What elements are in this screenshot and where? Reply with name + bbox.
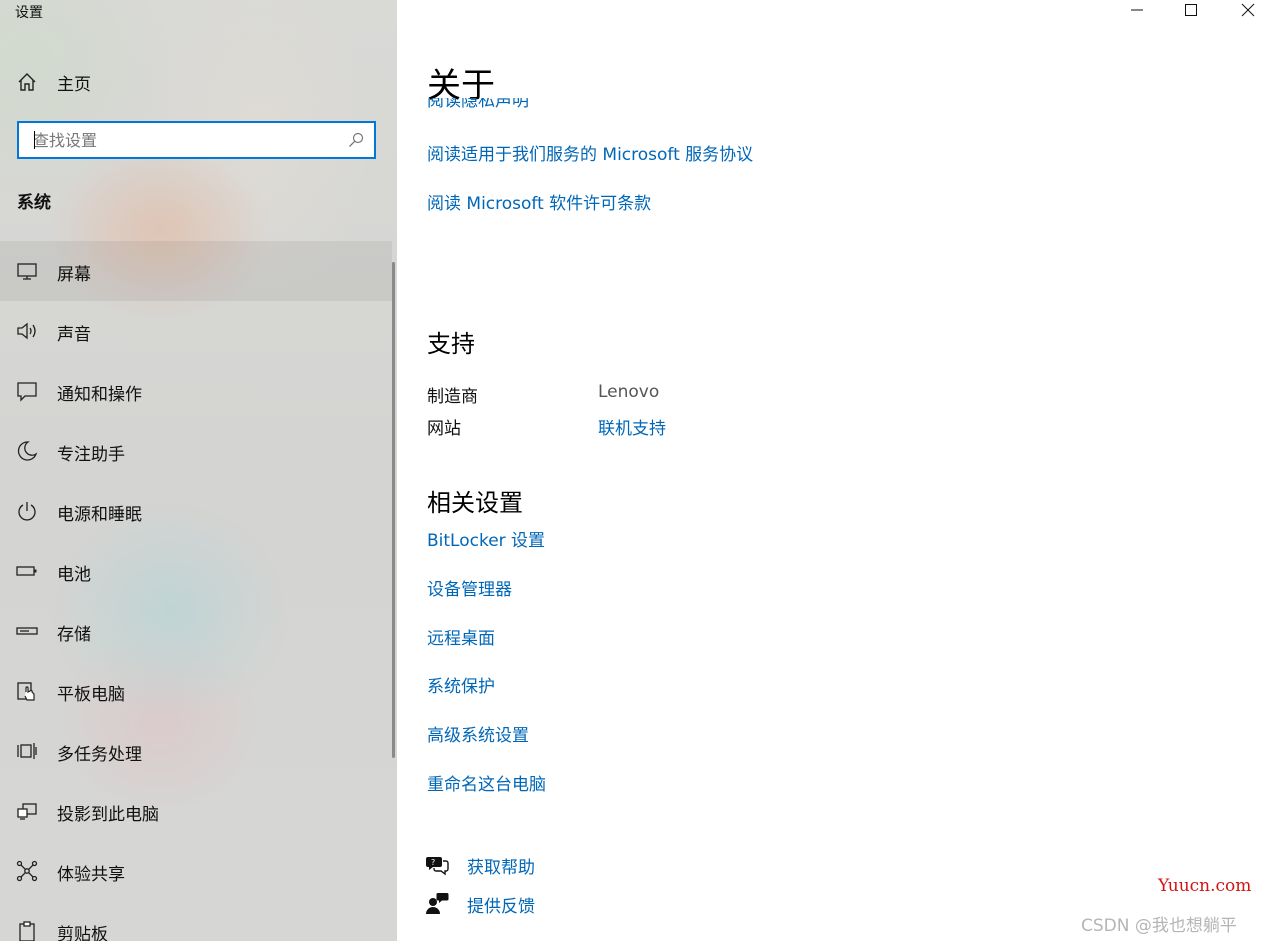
search-box[interactable] (17, 121, 376, 159)
microsoft-services-agreement-link[interactable]: 阅读适用于我们服务的 Microsoft 服务协议 (427, 140, 753, 165)
sidebar-item-label: 专注助手 (57, 445, 125, 465)
online-support-link[interactable]: 联机支持 (598, 414, 666, 439)
sidebar: 设置 主页 系统 屏幕 声音 通知和操 (0, 0, 397, 941)
home-nav-item[interactable]: 主页 (0, 61, 397, 101)
minimize-button[interactable] (1114, 0, 1160, 22)
search-input[interactable] (19, 123, 333, 157)
remote-desktop-link[interactable]: 远程桌面 (427, 624, 495, 649)
multitasking-icon (17, 743, 37, 759)
app-title: 设置 (15, 5, 43, 21)
software-license-terms-link[interactable]: 阅读 Microsoft 软件许可条款 (427, 189, 651, 214)
maximize-button[interactable] (1168, 0, 1214, 22)
sidebar-item-focus-assist[interactable]: 专注助手 (0, 421, 392, 481)
main-content: 关于 阅读隐私声明 阅读适用于我们服务的 Microsoft 服务协议 阅读 M… (397, 0, 1268, 941)
search-icon[interactable] (348, 132, 364, 148)
sidebar-item-project[interactable]: 投影到此电脑 (0, 781, 392, 841)
sidebar-item-label: 电池 (57, 565, 91, 585)
minimize-icon (1131, 9, 1143, 11)
sidebar-item-multitasking[interactable]: 多任务处理 (0, 721, 392, 781)
sidebar-item-tablet[interactable]: 平板电脑 (0, 661, 392, 721)
yuucn-watermark: Yuucn.com (1158, 876, 1252, 896)
text-caret (34, 131, 35, 149)
tablet-icon (17, 682, 35, 701)
sidebar-item-label: 剪贴板 (57, 925, 108, 941)
sidebar-item-label: 平板电脑 (57, 685, 125, 705)
sidebar-item-shared-experiences[interactable]: 体验共享 (0, 841, 392, 901)
get-help-label: 获取帮助 (467, 858, 535, 878)
sidebar-scrollbar[interactable] (392, 262, 395, 758)
sidebar-item-battery[interactable]: 电池 (0, 541, 392, 601)
project-icon (17, 803, 37, 820)
sidebar-item-label: 投影到此电脑 (57, 805, 159, 825)
feedback-icon (426, 893, 449, 914)
sidebar-item-label: 存储 (57, 625, 91, 645)
battery-icon (16, 566, 37, 576)
svg-text:?: ? (431, 858, 435, 867)
monitor-icon (17, 263, 37, 280)
sidebar-item-label: 多任务处理 (57, 745, 142, 765)
privacy-statement-link-partial[interactable]: 阅读隐私声明 (427, 98, 577, 112)
rename-pc-link[interactable]: 重命名这台电脑 (427, 770, 546, 795)
close-button[interactable] (1225, 0, 1268, 22)
sidebar-item-storage[interactable]: 存储 (0, 601, 392, 661)
device-manager-link[interactable]: 设备管理器 (427, 575, 512, 600)
share-icon (16, 860, 38, 882)
sidebar-item-display[interactable]: 屏幕 (0, 241, 392, 301)
sidebar-item-power-sleep[interactable]: 电源和睡眠 (0, 481, 392, 541)
give-feedback-label: 提供反馈 (467, 897, 535, 917)
sidebar-item-label: 屏幕 (57, 265, 91, 285)
maximize-icon (1185, 4, 1197, 16)
power-icon (18, 502, 36, 521)
close-icon (1241, 3, 1255, 17)
storage-icon (16, 627, 38, 635)
sidebar-item-label: 声音 (57, 325, 91, 345)
sidebar-item-label: 电源和睡眠 (57, 505, 142, 525)
system-protection-link[interactable]: 系统保护 (427, 672, 495, 697)
advanced-system-settings-link[interactable]: 高级系统设置 (427, 721, 529, 746)
speaker-icon (17, 322, 36, 340)
home-label: 主页 (57, 75, 91, 95)
section-title-system: 系统 (17, 193, 51, 213)
sidebar-item-sound[interactable]: 声音 (0, 301, 392, 361)
clipboard-icon (19, 921, 35, 941)
manufacturer-label: 制造商 (427, 387, 478, 407)
bitlocker-settings-link[interactable]: BitLocker 设置 (427, 526, 545, 551)
support-heading: 支持 (427, 330, 475, 358)
sidebar-item-notifications[interactable]: 通知和操作 (0, 361, 392, 421)
notification-icon (17, 382, 37, 402)
website-label: 网站 (427, 419, 461, 439)
privacy-statement-link-text: 阅读隐私声明 (427, 98, 529, 111)
moon-icon (17, 441, 38, 461)
chat-help-icon: ? (426, 857, 449, 876)
related-settings-heading: 相关设置 (427, 489, 523, 517)
sidebar-item-label: 通知和操作 (57, 385, 142, 405)
sidebar-item-clipboard[interactable]: 剪贴板 (0, 901, 392, 941)
csdn-watermark: CSDN @我也想躺平 (1081, 916, 1237, 936)
home-icon (18, 73, 36, 91)
sidebar-item-label: 体验共享 (57, 865, 125, 885)
manufacturer-value: Lenovo (598, 382, 660, 402)
